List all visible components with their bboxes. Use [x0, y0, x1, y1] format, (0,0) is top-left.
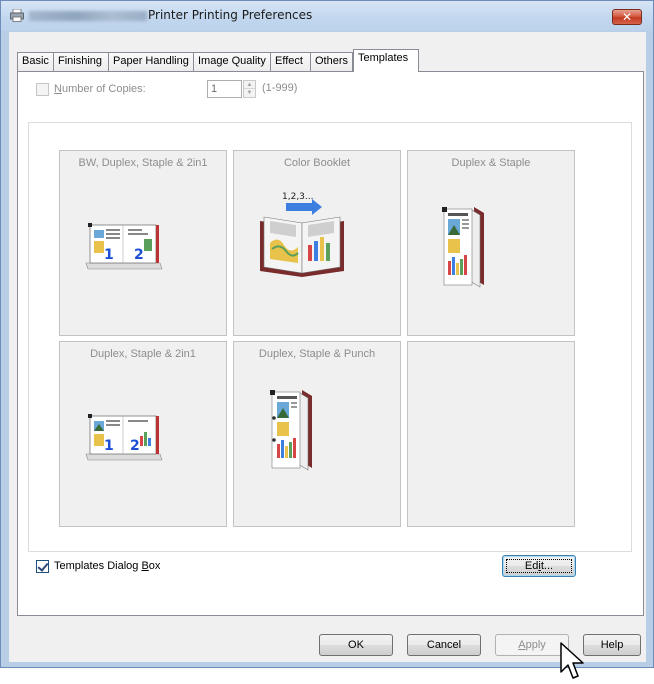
templates-dialog-box-label: Templates Dialog Box: [54, 560, 161, 572]
copies-range-label: (1-999): [262, 82, 298, 94]
template-tile-duplex-staple-punch[interactable]: Duplex, Staple & Punch: [233, 341, 401, 527]
ok-button[interactable]: OK: [319, 634, 393, 656]
dialog-client-area: Basic Finishing Paper Handling Image Qua…: [9, 32, 646, 662]
spin-down-icon[interactable]: ▼: [244, 89, 255, 97]
cancel-button[interactable]: Cancel: [407, 634, 481, 656]
template-tile-empty: [407, 341, 575, 527]
template-label: Duplex & Staple: [451, 157, 531, 169]
edit-button[interactable]: Edit...: [502, 555, 576, 577]
template-tile-duplex-staple[interactable]: Duplex & Staple: [407, 150, 575, 336]
printing-preferences-window: Printer Printing Preferences ✕ Basic Fin…: [0, 0, 654, 679]
templates-dialog-box-checkbox[interactable]: [36, 560, 49, 573]
color-booklet-icon: 1,2,3...: [260, 192, 344, 277]
templates-dialog-box-row: Templates Dialog Box: [36, 558, 236, 576]
number-of-copies-input[interactable]: 1: [207, 80, 242, 98]
svg-text:1: 1: [104, 247, 114, 263]
tab-basic[interactable]: Basic: [17, 52, 54, 71]
number-of-copies-label: Number of Copies:: [54, 83, 146, 95]
spin-up-icon[interactable]: ▲: [244, 81, 255, 89]
booklet-page-order-label: 1,2,3...: [282, 192, 313, 202]
template-tile-color-booklet[interactable]: Color Booklet 1,2,3...: [233, 150, 401, 336]
window-title: Printer Printing Preferences: [148, 8, 313, 22]
tab-templates[interactable]: Templates: [353, 49, 419, 72]
tab-finishing[interactable]: Finishing: [53, 52, 109, 71]
help-button[interactable]: Help: [583, 634, 641, 656]
copies-spinner[interactable]: ▲ ▼: [243, 80, 256, 98]
tab-paper-handling[interactable]: Paper Handling: [108, 52, 194, 71]
template-label: Duplex, Staple & 2in1: [90, 348, 196, 360]
duplex-staple-2in1-icon: 1 2: [85, 414, 163, 461]
duplex-staple-icon: [442, 207, 484, 288]
copies-row: Number of Copies: 1 ▲ ▼ (1-999): [36, 77, 336, 101]
redacted-printer-name: [29, 11, 147, 21]
duplex-staple-punch-icon: [270, 390, 312, 471]
bw-duplex-staple-2in1-icon: 1 2: [85, 223, 163, 270]
template-label: BW, Duplex, Staple & 2in1: [78, 157, 208, 169]
templates-tab-panel: Number of Copies: 1 ▲ ▼ (1-999) BW, Dupl…: [17, 71, 644, 616]
svg-text:1: 1: [104, 438, 114, 454]
template-tile-bw-duplex-staple-2in1[interactable]: BW, Duplex, Staple & 2in1 1 2: [59, 150, 227, 336]
templates-list: BW, Duplex, Staple & 2in1 1 2 Color Book…: [28, 122, 632, 552]
printer-icon: [10, 9, 24, 22]
template-label: Duplex, Staple & Punch: [258, 348, 376, 360]
tab-image-quality[interactable]: Image Quality: [193, 52, 271, 71]
tab-others[interactable]: Others: [310, 52, 353, 71]
number-of-copies-checkbox[interactable]: [36, 83, 49, 96]
focus-rectangle: [506, 559, 572, 573]
close-button[interactable]: ✕: [612, 9, 642, 25]
title-bar[interactable]: Printer Printing Preferences ✕: [1, 1, 653, 31]
apply-button[interactable]: Apply: [495, 634, 569, 656]
tab-effect[interactable]: Effect: [270, 52, 311, 71]
mouse-pointer-icon: [560, 642, 584, 679]
svg-text:2: 2: [134, 247, 144, 263]
template-tile-duplex-staple-2in1[interactable]: Duplex, Staple & 2in1 1 2: [59, 341, 227, 527]
svg-text:2: 2: [130, 438, 140, 454]
template-label: Color Booklet: [283, 157, 351, 169]
